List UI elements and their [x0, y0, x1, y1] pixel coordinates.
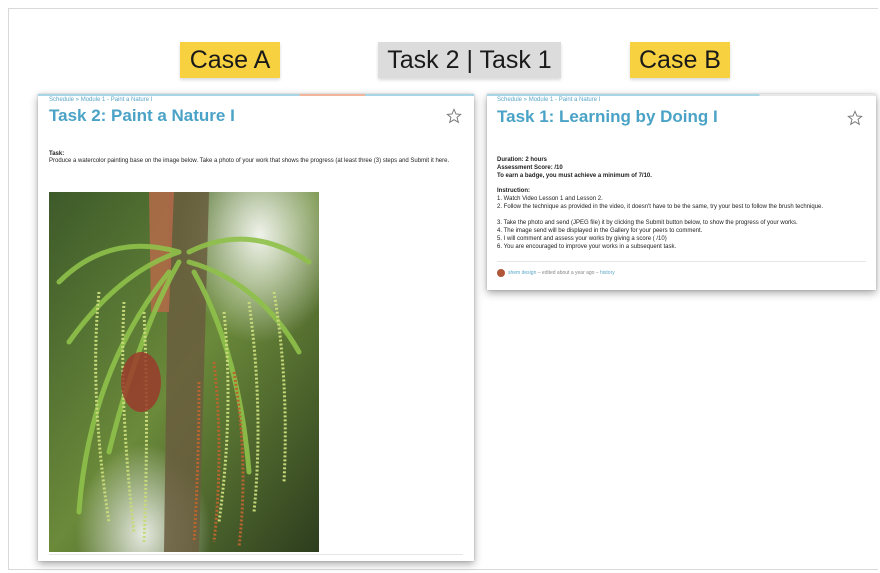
badge-requirement-text: To earn a badge, you must achieve a mini… [497, 173, 652, 179]
page-title: Task 1: Learning by Doing I [497, 107, 718, 126]
card-footer-divider [49, 554, 463, 555]
edit-meta: – edited about a year ago – [536, 270, 601, 276]
breadcrumb[interactable]: Schedule » Module 1 - Paint a Nature I [497, 97, 600, 103]
card-top-rule [38, 94, 474, 96]
instruction-item: 1. Watch Video Lesson 1 and Lesson 2. [497, 196, 603, 202]
task-compare-label: Task 2 | Task 1 [378, 42, 561, 78]
instruction-item: 5. I will comment and assess your works … [497, 236, 667, 242]
assessment-score-text: Assessment Score: /10 [497, 165, 563, 171]
history-link[interactable]: history [600, 270, 615, 276]
palm-tree-photo [49, 192, 319, 552]
author-link[interactable]: shem design [508, 270, 536, 276]
instruction-item: 6. You are encouraged to improve your wo… [497, 244, 677, 250]
avatar[interactable] [497, 269, 505, 277]
instruction-heading: Instruction: [497, 188, 530, 194]
case-a-label: Case A [180, 42, 280, 78]
duration-text: Duration: 2 hours [497, 157, 548, 163]
case-b-label: Case B [630, 42, 730, 78]
task-2-card: Schedule » Module 1 - Paint a Nature I T… [38, 94, 474, 561]
card-footer-divider [497, 261, 866, 262]
instruction-item: 3. Take the photo and send (JPEG file) i… [497, 220, 798, 226]
instruction-item: 2. Follow the technique as provided in t… [497, 204, 824, 210]
task-1-card: Schedule » Module 1 - Paint a Nature I T… [487, 94, 876, 290]
card-top-rule [487, 94, 876, 96]
task-description: Produce a watercolor painting base on th… [49, 158, 450, 164]
instruction-item: 4. The image send will be displayed in t… [497, 228, 703, 234]
edit-info: shem design – edited about a year ago – … [508, 269, 615, 277]
breadcrumb[interactable]: Schedule » Module 1 - Paint a Nature I [49, 97, 152, 103]
page-title: Task 2: Paint a Nature I [49, 106, 235, 125]
star-icon[interactable] [847, 110, 863, 126]
star-icon[interactable] [446, 108, 462, 124]
